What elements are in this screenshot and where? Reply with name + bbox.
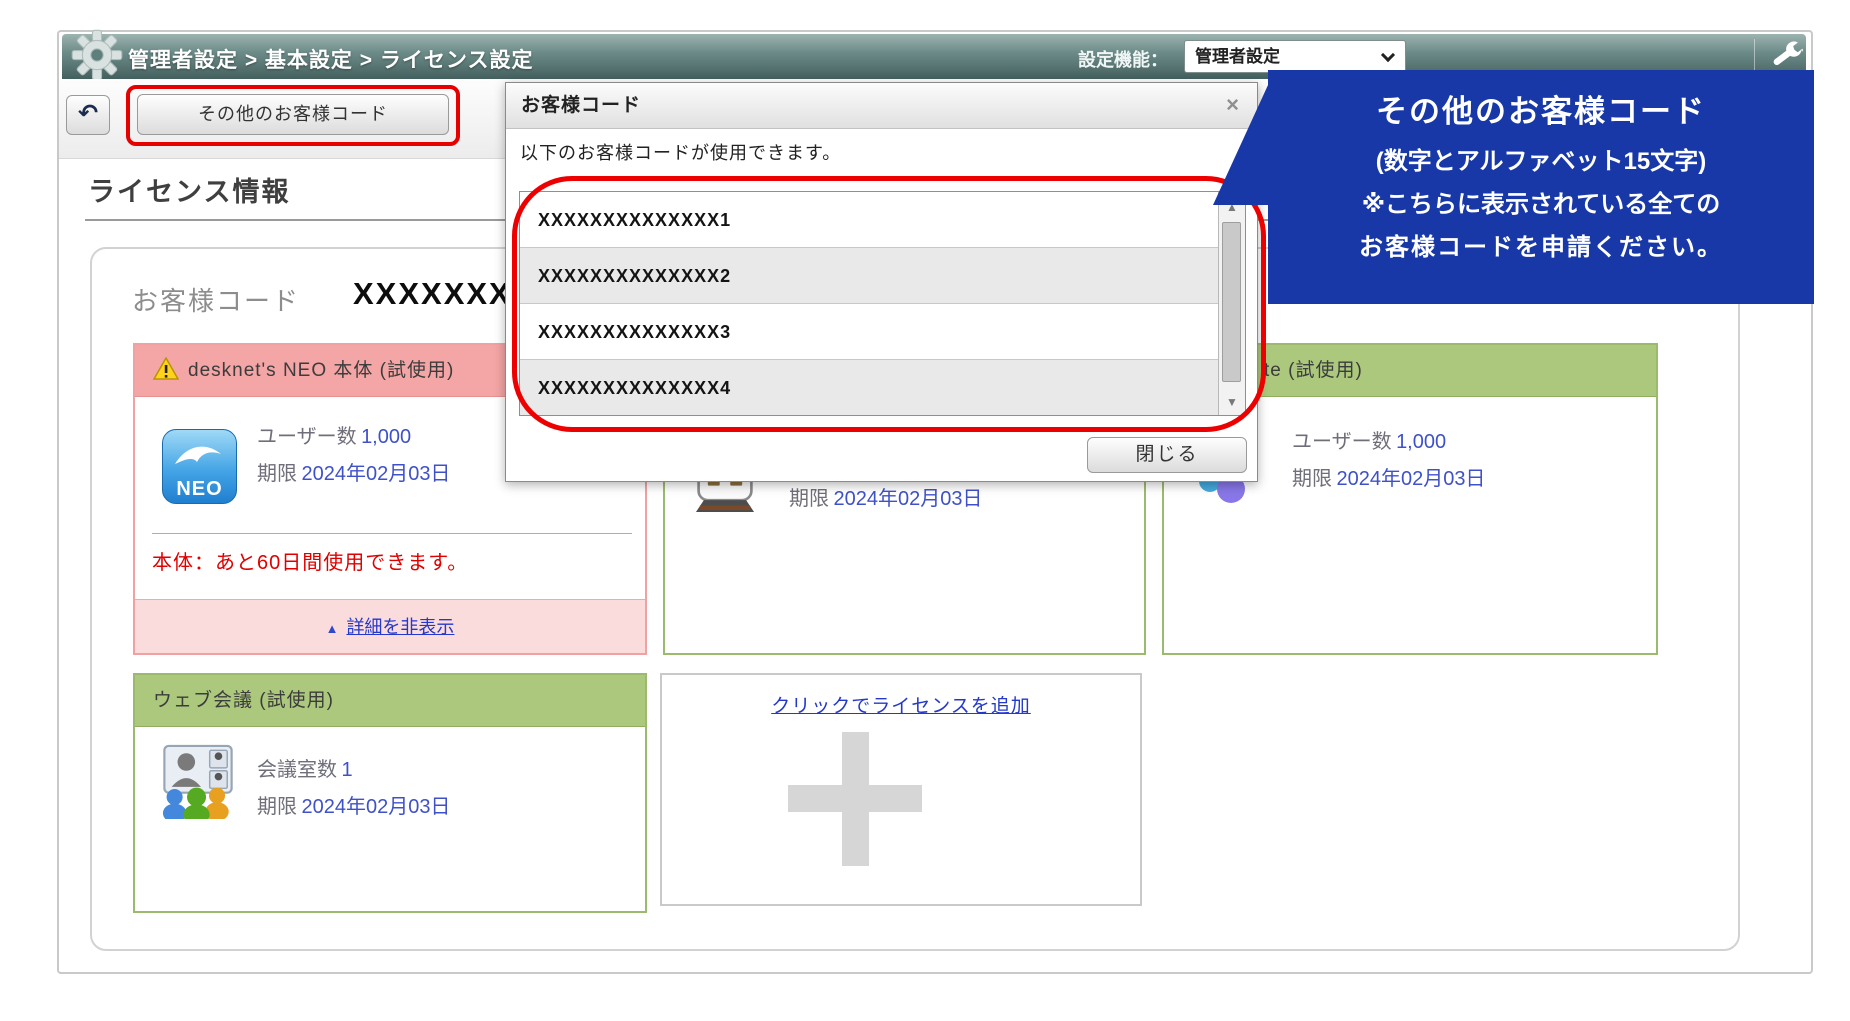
middle-term-value: 2024年02月03日 <box>833 488 982 510</box>
breadcrumb: 管理者設定 > 基本設定 > ライセンス設定 <box>128 44 533 74</box>
header-divider <box>1754 39 1755 74</box>
modal-instruction: 以下のお客様コードが使用できます。 <box>520 139 841 165</box>
list-item[interactable]: XXXXXXXXXXXXXX1 <box>520 192 1218 248</box>
scrollbar-thumb[interactable] <box>1222 222 1241 382</box>
web-meeting-term-label: 期限 <box>257 796 297 818</box>
license-card-web-meeting: ウェブ会議 (試使用) 会議室数 1 期限 2024年02月03日 <box>133 673 647 913</box>
callout-line1: その他のお客様コード <box>1268 86 1814 131</box>
middle-term-label: 期限 <box>789 488 829 510</box>
neo-card-separator <box>152 533 632 534</box>
back-arrow-icon: ↶ <box>78 100 98 127</box>
function-label: 設定機能： <box>1078 46 1168 72</box>
scrollbar[interactable]: ▲ ▼ <box>1218 192 1245 415</box>
neo-detail-strip: ▲ 詳細を非表示 <box>135 599 645 653</box>
web-meeting-room-value: 1 <box>341 759 352 781</box>
video-conference-icon <box>161 743 235 819</box>
other-customer-codes-button[interactable]: その他のお客様コード <box>137 94 449 135</box>
add-license-link[interactable]: クリックでライセンスを追加 <box>662 691 1140 718</box>
customer-code-list: XXXXXXXXXXXXXX1 XXXXXXXXXXXXXX2 XXXXXXXX… <box>519 191 1246 416</box>
callout-line3: ※こちらに表示されている全ての <box>1268 184 1814 219</box>
right-user-label: ユーザー数 <box>1292 431 1392 453</box>
section-title: ライセンス情報 <box>88 170 290 209</box>
right-term-value: 2024年02月03日 <box>1336 468 1485 490</box>
list-item[interactable]: XXXXXXXXXXXXXX2 <box>520 248 1218 304</box>
instruction-callout: その他のお客様コード (数字とアルファベット15文字) ※こちらに表示されている… <box>1268 70 1814 304</box>
right-user-value: 1,000 <box>1396 431 1446 453</box>
chevron-down-icon <box>1381 48 1395 62</box>
license-settings-page: 管理者設定 > 基本設定 > ライセンス設定 設定機能： 管理者設定 ↶ その他… <box>0 0 1850 1021</box>
web-meeting-term-value: 2024年02月03日 <box>301 796 450 818</box>
web-meeting-room-label: 会議室数 <box>257 759 337 781</box>
close-icon[interactable]: × <box>1226 93 1239 117</box>
gear-icon <box>70 28 124 82</box>
neo-user-label: ユーザー数 <box>257 426 357 448</box>
scroll-down-icon[interactable]: ▼ <box>1219 395 1245 409</box>
wrench-icon[interactable] <box>1768 38 1804 74</box>
web-meeting-card-title: ウェブ会議 (試使用) <box>135 675 645 727</box>
neo-term-label: 期限 <box>257 463 297 485</box>
function-select[interactable]: 管理者設定 <box>1184 40 1406 73</box>
neo-term-value: 2024年02月03日 <box>301 463 450 485</box>
modal-title: お客様コード <box>506 83 1257 129</box>
warning-icon <box>153 357 179 381</box>
customer-code-modal: お客様コード × 以下のお客様コードが使用できます。 XXXXXXXXXXXXX… <box>505 82 1258 482</box>
neo-icon-label: NEO <box>163 478 236 501</box>
function-select-value: 管理者設定 <box>1195 47 1280 66</box>
add-license-card[interactable]: クリックでライセンスを追加 <box>660 673 1142 906</box>
neo-trial-notice: 本体：あと60日間使用できます。 <box>152 546 468 575</box>
neo-app-icon: NEO <box>162 429 237 504</box>
hide-details-link[interactable]: 詳細を非表示 <box>346 617 454 637</box>
list-item[interactable]: XXXXXXXXXXXXXX3 <box>520 304 1218 360</box>
right-card-title: te (試使用) <box>1264 345 1363 397</box>
neo-card-title: desknet's NEO 本体 (試使用) <box>188 360 454 381</box>
neo-user-value: 1,000 <box>361 426 411 448</box>
modal-close-button[interactable]: 閉じる <box>1087 437 1247 473</box>
plus-icon <box>842 732 869 866</box>
callout-line2: (数字とアルファベット15文字) <box>1268 141 1814 176</box>
right-term-label: 期限 <box>1292 468 1332 490</box>
customer-code-label: お客様コード <box>132 281 300 318</box>
list-item[interactable]: XXXXXXXXXXXXXX4 <box>520 360 1218 415</box>
callout-line4: お客様コードを申請ください。 <box>1268 227 1814 262</box>
back-button[interactable]: ↶ <box>66 95 110 135</box>
collapse-triangle-icon: ▲ <box>326 621 339 636</box>
